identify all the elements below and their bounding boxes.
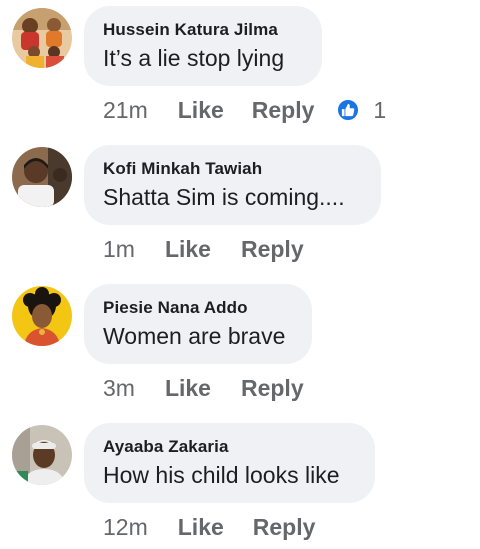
comment-author[interactable]: Ayaaba Zakaria [103, 436, 355, 458]
reply-button[interactable]: Reply [241, 375, 304, 402]
comment-actions: 1m Like Reply [103, 234, 304, 264]
like-button[interactable]: Like [165, 236, 211, 263]
avatar[interactable] [12, 425, 72, 485]
comment-text: How his child looks like [103, 462, 340, 488]
comment-item: Ayaaba Zakaria How his child looks like … [0, 417, 480, 549]
reply-button[interactable]: Reply [241, 236, 304, 263]
thumbs-up-icon [336, 98, 361, 122]
comment-item: Piesie Nana Addo Women are brave 3m Like… [0, 278, 480, 417]
comment-time[interactable]: 12m [103, 514, 148, 541]
comment-text: Women are brave [103, 323, 286, 349]
avatar[interactable] [12, 286, 72, 346]
reaction-count: 1 [373, 96, 387, 123]
comment-bubble: Piesie Nana Addo Women are brave [84, 284, 312, 364]
woman-portrait-avatar-icon [12, 286, 72, 346]
comment-author[interactable]: Piesie Nana Addo [103, 297, 292, 319]
comment-actions: 21m Like Reply 1 [103, 95, 386, 125]
comment-time[interactable]: 3m [103, 375, 135, 402]
like-button[interactable]: Like [165, 375, 211, 402]
reaction-summary[interactable]: 1 [336, 97, 386, 124]
comment-actions: 12m Like Reply [103, 512, 315, 542]
avatar[interactable] [12, 8, 72, 68]
group-photo-avatar-icon [12, 8, 72, 68]
comment-bubble: Ayaaba Zakaria How his child looks like [84, 423, 375, 503]
comment-time[interactable]: 21m [103, 97, 148, 124]
comment-actions: 3m Like Reply [103, 373, 304, 403]
reply-button[interactable]: Reply [253, 514, 316, 541]
like-button[interactable]: Like [178, 97, 224, 124]
reply-button[interactable]: Reply [252, 97, 315, 124]
comment-author[interactable]: Hussein Katura Jilma [103, 19, 302, 41]
comment-text: It’s a lie stop lying [103, 45, 285, 71]
comment-item: Hussein Katura Jilma It’s a lie stop lyi… [0, 0, 480, 139]
man-with-cap-avatar-icon [12, 425, 72, 485]
comment-bubble: Kofi Minkah Tawiah Shatta Sim is coming.… [84, 145, 381, 225]
like-button[interactable]: Like [178, 514, 224, 541]
comment-item: Kofi Minkah Tawiah Shatta Sim is coming.… [0, 139, 480, 278]
man-portrait-avatar-icon [12, 147, 72, 207]
comment-time[interactable]: 1m [103, 236, 135, 263]
avatar[interactable] [12, 147, 72, 207]
comment-text: Shatta Sim is coming.... [103, 184, 345, 210]
comment-author[interactable]: Kofi Minkah Tawiah [103, 158, 361, 180]
comment-bubble: Hussein Katura Jilma It’s a lie stop lyi… [84, 6, 322, 86]
